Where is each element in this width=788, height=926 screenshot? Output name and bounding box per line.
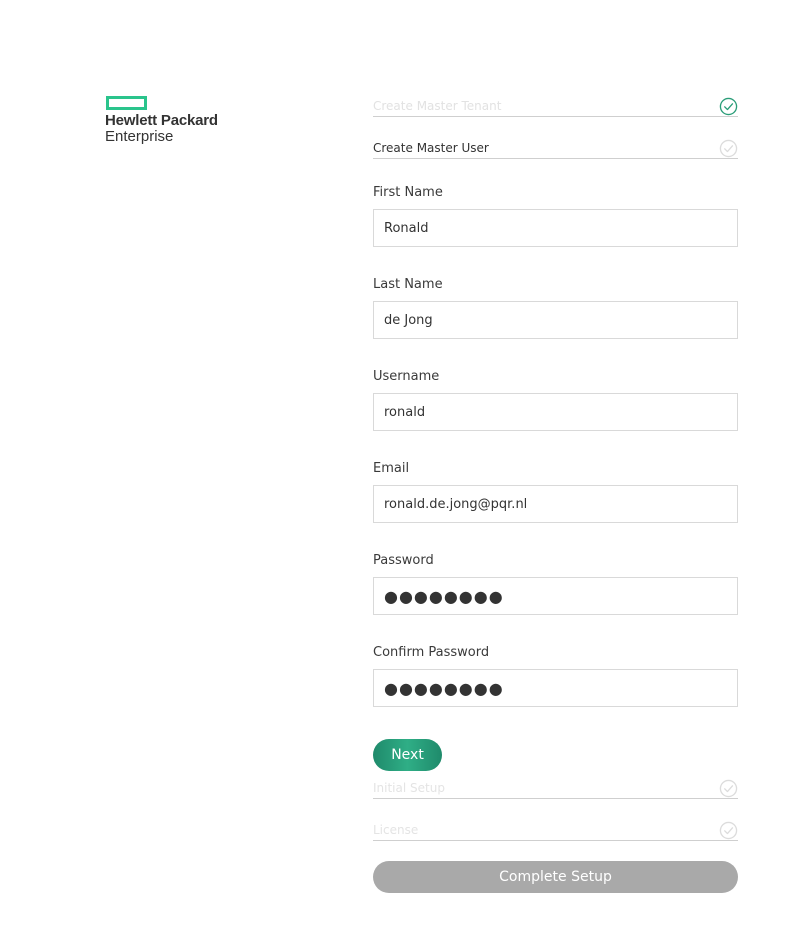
check-circle-icon: [719, 97, 738, 116]
logo-text-line2: Enterprise: [105, 128, 174, 145]
username-field-group: Username: [373, 367, 738, 431]
last-name-input[interactable]: [373, 301, 738, 339]
step-create-master-user[interactable]: Create Master User: [373, 138, 738, 159]
confirm-password-label: Confirm Password: [373, 645, 490, 660]
first-name-input[interactable]: [373, 209, 738, 247]
next-button[interactable]: Next: [373, 739, 442, 771]
step-license[interactable]: License: [373, 820, 738, 841]
password-label: Password: [373, 553, 434, 568]
step-initial-setup[interactable]: Initial Setup: [373, 778, 738, 799]
email-label: Email: [373, 461, 410, 476]
complete-setup-button[interactable]: Complete Setup: [373, 861, 738, 893]
confirm-password-field-group: Confirm Password: [373, 643, 738, 707]
username-input[interactable]: [373, 393, 738, 431]
confirm-password-input[interactable]: [373, 669, 738, 707]
step-create-master-tenant[interactable]: Create Master Tenant: [373, 96, 738, 117]
master-user-form: First Name Last Name Username Email Pass…: [373, 183, 738, 707]
password-field-group: Password: [373, 551, 738, 615]
remaining-steps: Initial Setup License: [373, 778, 738, 841]
last-name-field-group: Last Name: [373, 275, 738, 339]
hpe-logo-element-icon: [106, 96, 147, 110]
step-label: Create Master User: [373, 141, 489, 155]
setup-wizard-panel: Create Master Tenant Create Master User …: [373, 96, 738, 893]
step-label: Initial Setup: [373, 781, 445, 795]
check-circle-outline-icon: [719, 779, 738, 798]
check-circle-outline-icon: [719, 821, 738, 840]
step-label: License: [373, 823, 419, 837]
check-circle-outline-icon: [719, 139, 738, 158]
logo-text-line1: Hewlett Packard: [105, 112, 218, 129]
email-field-group: Email: [373, 459, 738, 523]
password-input[interactable]: [373, 577, 738, 615]
first-name-field-group: First Name: [373, 183, 738, 247]
email-input[interactable]: [373, 485, 738, 523]
step-label: Create Master Tenant: [373, 99, 502, 113]
username-label: Username: [373, 369, 440, 384]
first-name-label: First Name: [373, 185, 443, 200]
last-name-label: Last Name: [373, 277, 443, 292]
hpe-logo: Hewlett Packard Enterprise: [105, 96, 218, 145]
